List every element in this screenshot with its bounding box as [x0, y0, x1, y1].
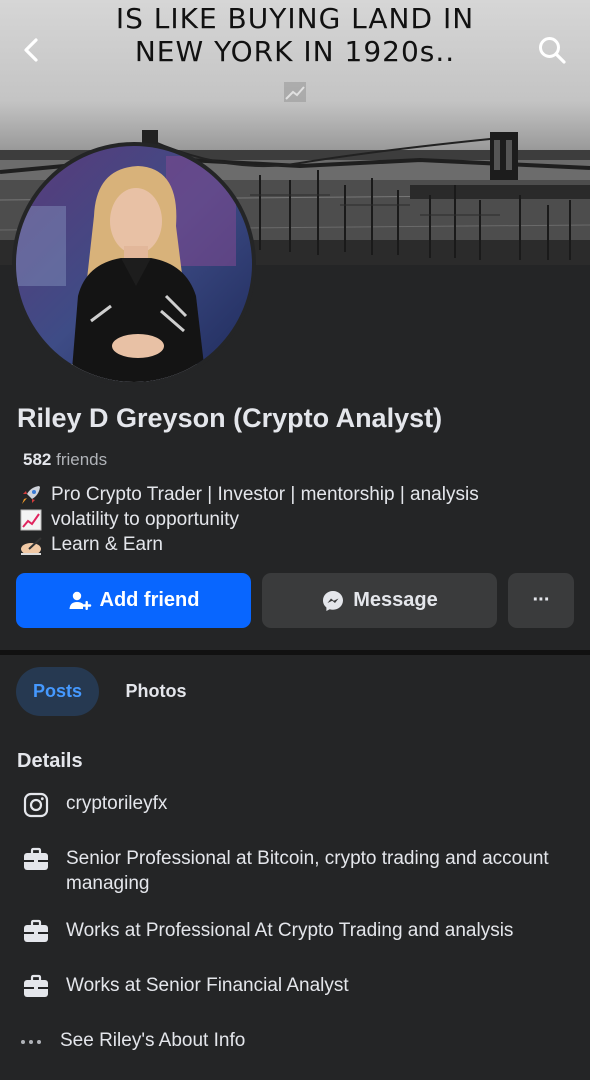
instagram-icon	[20, 791, 52, 819]
detail-work[interactable]: Works at Professional At Crypto Trading …	[20, 918, 580, 946]
messenger-icon	[323, 590, 344, 611]
chevron-left-icon	[24, 38, 38, 62]
details-heading: Details	[17, 750, 83, 772]
profile-name: Riley D Greyson (Crypto Analyst)	[17, 403, 443, 433]
detail-work[interactable]: Works at Senior Financial Analyst	[20, 973, 580, 1001]
search-button[interactable]	[530, 28, 574, 72]
more-icon: ···	[532, 589, 551, 611]
bio-text: Pro Crypto Trader | Investor | mentorshi…	[51, 484, 479, 505]
bio-text: volatility to opportunity	[51, 509, 239, 530]
bio-line: Pro Crypto Trader | Investor | mentorshi…	[17, 482, 479, 507]
add-friend-button[interactable]: Add friend	[16, 573, 251, 628]
bio-line: Learn & Earn	[17, 532, 479, 557]
detail-text: Works at Professional At Crypto Trading …	[66, 920, 514, 941]
see-about-label: See Riley's About Info	[60, 1030, 246, 1051]
rocket-icon	[17, 483, 45, 507]
friends-count-number: 582	[23, 450, 52, 469]
search-icon	[539, 37, 566, 64]
back-button[interactable]	[10, 28, 54, 72]
briefcase-icon	[20, 846, 52, 874]
message-button[interactable]: Message	[262, 573, 497, 628]
writing-hand-icon	[17, 533, 45, 557]
detail-text: Senior Professional at Bitcoin, crypto t…	[66, 848, 549, 894]
ellipsis-icon	[20, 1028, 42, 1056]
detail-text: cryptorileyfx	[66, 793, 168, 814]
add-friend-icon	[69, 591, 91, 610]
tab-posts-label: Posts	[32, 681, 83, 701]
bio-text: Learn & Earn	[51, 534, 163, 555]
detail-text: Works at Senior Financial Analyst	[66, 975, 349, 996]
profile-page: IS LIKE BUYING LAND IN NEW YORK IN 1920s…	[0, 0, 590, 1080]
cover-caption: IS LIKE BUYING LAND IN NEW YORK IN 1920s…	[0, 2, 590, 68]
message-label: Message	[353, 589, 438, 611]
tab-posts[interactable]: Posts	[16, 667, 99, 716]
briefcase-icon	[20, 918, 52, 946]
friends-count[interactable]: 582 friends	[23, 450, 107, 470]
add-friend-label: Add friend	[99, 589, 200, 611]
cover-caption-line1: IS LIKE BUYING LAND IN	[115, 2, 475, 35]
see-about-info[interactable]: See Riley's About Info	[20, 1028, 580, 1056]
tab-photos-label: Photos	[125, 681, 187, 701]
watermark-icon	[284, 82, 306, 102]
bio-line: volatility to opportunity	[17, 507, 479, 532]
briefcase-icon	[20, 973, 52, 1001]
friends-count-label: friends	[56, 450, 108, 469]
profile-bio: Pro Crypto Trader | Investor | mentorshi…	[17, 482, 479, 557]
more-options-button[interactable]: ···	[508, 573, 574, 628]
detail-work[interactable]: Senior Professional at Bitcoin, crypto t…	[20, 846, 580, 896]
profile-photo	[16, 146, 252, 382]
cover-caption-line2: NEW YORK IN 1920s..	[134, 35, 456, 68]
chart-increasing-icon	[17, 508, 45, 532]
detail-instagram[interactable]: cryptorileyfx	[20, 791, 580, 819]
tab-photos[interactable]: Photos	[110, 667, 202, 716]
section-divider	[0, 650, 590, 655]
profile-avatar[interactable]	[12, 142, 256, 386]
